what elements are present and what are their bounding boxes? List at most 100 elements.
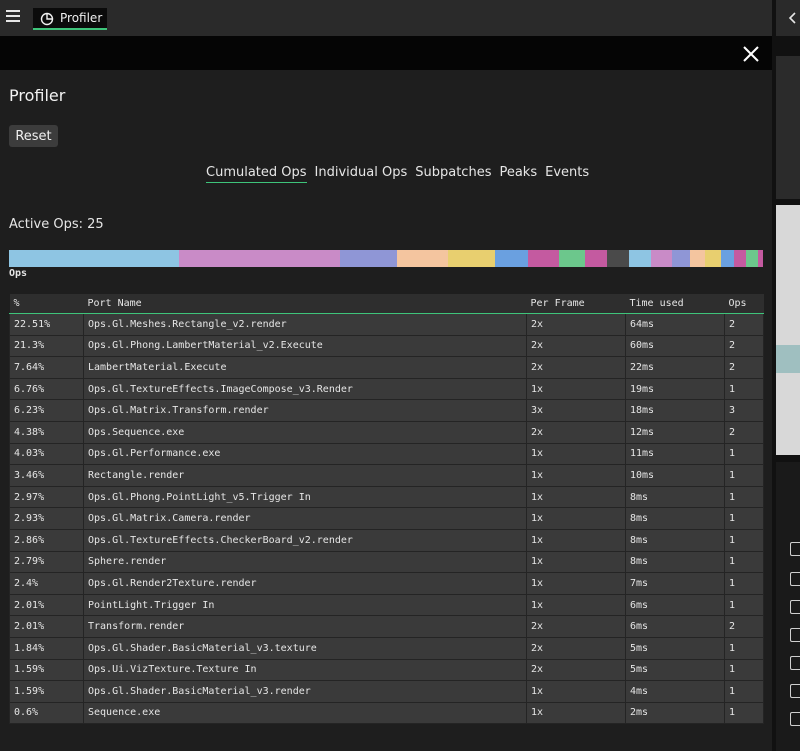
cell-port-name: Rectangle.render <box>83 464 527 487</box>
reset-button[interactable]: Reset <box>9 125 58 147</box>
table-row[interactable]: 22.51% Ops.Gl.Meshes.Rectangle_v2.render 2… <box>9 313 764 336</box>
cell-percent: 7.64% <box>9 356 84 379</box>
cell-percent: 2.79% <box>9 550 84 574</box>
viewport-preview <box>776 205 800 455</box>
table-row[interactable]: 4.03% Ops.Gl.Performance.exe 1x 11ms 1 <box>9 442 764 466</box>
table-header-row: % Port Name Per Frame Time used Ops <box>9 294 764 314</box>
cell-time-used: 10ms <box>625 464 725 487</box>
right-panel-area <box>776 56 800 199</box>
cell-time-used: 11ms <box>625 442 725 466</box>
toolbar-button[interactable] <box>790 684 800 698</box>
ops-table: % Port Name Per Frame Time used Ops 22.5… <box>9 294 764 725</box>
tab-cumulated-ops[interactable]: Cumulated Ops <box>206 165 307 183</box>
chevron-left-icon[interactable] <box>787 12 799 24</box>
table-row[interactable]: 1.59% Ops.Ui.VizTexture.Texture In 2x 5ms 1 <box>9 658 764 682</box>
cell-percent: 3.46% <box>9 464 84 487</box>
cell-percent: 21.3% <box>9 334 84 358</box>
close-icon[interactable] <box>741 44 761 64</box>
cell-percent: 6.76% <box>9 377 84 401</box>
cell-ops: 2 <box>724 313 764 336</box>
cell-time-used: 8ms <box>625 528 725 552</box>
table-row[interactable]: 1.59% Ops.Gl.Shader.BasicMaterial_v3.rend… <box>9 680 764 703</box>
toolbar-button[interactable] <box>790 600 800 614</box>
cell-time-used: 2ms <box>625 701 725 725</box>
page-title: Profiler <box>9 86 66 105</box>
ops-time-segment <box>720 250 735 267</box>
cell-percent: 2.01% <box>9 593 84 617</box>
table-row[interactable]: 2.01% Transform.render 2x 6ms 2 <box>9 615 764 638</box>
table-row[interactable]: 2.79% Sphere.render 1x 8ms 1 <box>9 550 764 574</box>
table-row[interactable]: 6.23% Ops.Gl.Matrix.Transform.render 3x 18m… <box>9 399 764 422</box>
cell-percent: 1.59% <box>9 658 84 682</box>
table-row[interactable]: 2.4% Ops.Gl.Render2Texture.render 1x 7ms 1 <box>9 572 764 595</box>
cell-time-used: 8ms <box>625 550 725 574</box>
cell-ops: 1 <box>724 442 764 466</box>
ops-time-segment <box>178 250 340 267</box>
cell-port-name: Ops.Gl.Render2Texture.render <box>83 572 527 595</box>
active-ops-count: Active Ops: 25 <box>9 217 104 232</box>
table-row[interactable]: 6.76% Ops.Gl.TextureEffects.ImageCompose_… <box>9 377 764 401</box>
cell-port-name: Ops.Gl.Phong.PointLight_v5.Trigger In <box>83 485 527 509</box>
table-row[interactable]: 2.86% Ops.Gl.TextureEffects.CheckerBoard_… <box>9 528 764 552</box>
table-row[interactable]: 3.46% Rectangle.render 1x 10ms 1 <box>9 464 764 487</box>
tab-profiler[interactable]: Profiler <box>33 8 107 30</box>
column-header-time-used[interactable]: Time used <box>625 294 725 314</box>
column-header-per-frame[interactable]: Per Frame <box>526 294 626 314</box>
tab-subpatches[interactable]: Subpatches <box>415 165 491 182</box>
cell-per-frame: 2x <box>526 420 626 444</box>
cell-per-frame: 2x <box>526 356 626 379</box>
table-row[interactable]: 21.3% Ops.Gl.Phong.LambertMaterial_v2.Exe… <box>9 334 764 358</box>
tab-events[interactable]: Events <box>545 165 589 182</box>
table-row[interactable]: 2.01% PointLight.Trigger In 1x 6ms 1 <box>9 593 764 617</box>
cell-per-frame: 1x <box>526 550 626 574</box>
cell-ops: 1 <box>724 528 764 552</box>
cell-ops: 1 <box>724 507 764 530</box>
toolbar-button[interactable] <box>790 712 800 726</box>
cell-ops: 2 <box>724 334 764 358</box>
table-row[interactable]: 1.84% Ops.Gl.Shader.BasicMaterial_v3.text… <box>9 636 764 660</box>
pie-chart-icon <box>40 12 54 26</box>
cell-ops: 1 <box>724 658 764 682</box>
toolbar-button[interactable] <box>790 628 800 642</box>
cell-per-frame: 1x <box>526 572 626 595</box>
cell-percent: 4.38% <box>9 420 84 444</box>
cell-per-frame: 1x <box>526 528 626 552</box>
profiler-panel: Profiler Reset Cumulated Ops Individual O… <box>0 70 772 751</box>
panel-header-bar <box>0 36 772 70</box>
tab-individual-ops[interactable]: Individual Ops <box>315 165 408 182</box>
cell-percent: 1.84% <box>9 636 84 660</box>
top-bar: Profiler <box>0 0 772 36</box>
cell-port-name: Ops.Gl.Matrix.Transform.render <box>83 399 527 422</box>
table-row[interactable]: 2.97% Ops.Gl.Phong.PointLight_v5.Trigger … <box>9 485 764 509</box>
table-row[interactable]: 2.93% Ops.Gl.Matrix.Camera.render 1x 8ms 1 <box>9 507 764 530</box>
toolbar-button[interactable] <box>790 656 800 670</box>
table-row[interactable]: 4.38% Ops.Sequence.exe 2x 12ms 2 <box>9 420 764 444</box>
toolbar-button[interactable] <box>790 572 800 586</box>
cell-per-frame: 1x <box>526 377 626 401</box>
table-row[interactable]: 0.6% Sequence.exe 1x 2ms 1 <box>9 701 764 725</box>
column-header-ops[interactable]: Ops <box>724 294 764 314</box>
cell-port-name: Ops.Gl.Matrix.Camera.render <box>83 507 527 530</box>
cell-time-used: 22ms <box>625 356 725 379</box>
column-header-port-name[interactable]: Port Name <box>83 294 527 314</box>
cell-percent: 0.6% <box>9 701 84 725</box>
cell-per-frame: 3x <box>526 399 626 422</box>
cell-ops: 1 <box>724 464 764 487</box>
cell-time-used: 8ms <box>625 485 725 509</box>
ops-time-segment <box>705 250 721 267</box>
ops-time-bar <box>9 250 763 267</box>
cell-port-name: Ops.Gl.Meshes.Rectangle_v2.render <box>83 313 527 336</box>
column-header-percent[interactable]: % <box>9 294 84 314</box>
ops-time-segment <box>651 250 673 267</box>
ops-time-segment <box>758 250 763 267</box>
cell-time-used: 5ms <box>625 658 725 682</box>
toolbar-button[interactable] <box>790 542 800 556</box>
table-row[interactable]: 7.64% LambertMaterial.Execute 2x 22ms 2 <box>9 356 764 379</box>
cell-per-frame: 1x <box>526 593 626 617</box>
hamburger-menu-icon[interactable] <box>6 10 20 22</box>
viewport-scene <box>776 345 800 373</box>
cell-time-used: 64ms <box>625 313 725 336</box>
cell-time-used: 8ms <box>625 507 725 530</box>
tab-peaks[interactable]: Peaks <box>499 165 537 182</box>
cell-per-frame: 1x <box>526 485 626 509</box>
